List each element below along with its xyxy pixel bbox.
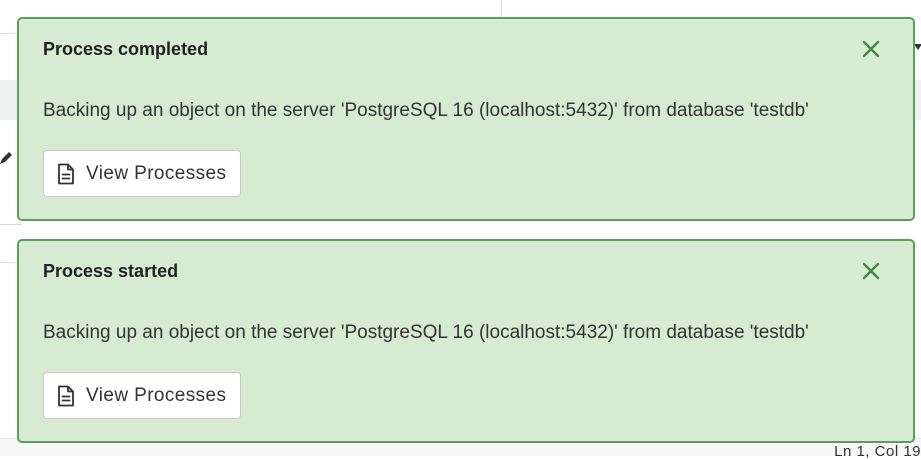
view-processes-button[interactable]: View Processes [43, 150, 242, 197]
notification-stack: Process completed Backing up an object o… [17, 17, 915, 443]
edit-icon[interactable] [0, 150, 12, 166]
toast-title: Process started [43, 261, 179, 281]
close-icon[interactable] [861, 39, 881, 59]
toast-title: Process completed [43, 39, 209, 59]
document-icon [58, 385, 74, 406]
toast-process-completed: Process completed Backing up an object o… [17, 17, 915, 221]
view-processes-button[interactable]: View Processes [43, 372, 242, 419]
view-processes-label: View Processes [86, 162, 227, 184]
close-icon[interactable] [861, 261, 881, 281]
view-processes-label: View Processes [86, 384, 227, 406]
toast-message: Backing up an object on the server 'Post… [43, 100, 809, 121]
background-panel-strip [914, 80, 921, 120]
toast-process-started: Process started Backing up an object on … [17, 239, 915, 443]
toast-message: Backing up an object on the server 'Post… [43, 322, 809, 343]
document-icon [58, 163, 74, 184]
cursor-position: Ln 1, Col 19 [834, 443, 921, 460]
caret-down-icon[interactable] [914, 42, 921, 52]
